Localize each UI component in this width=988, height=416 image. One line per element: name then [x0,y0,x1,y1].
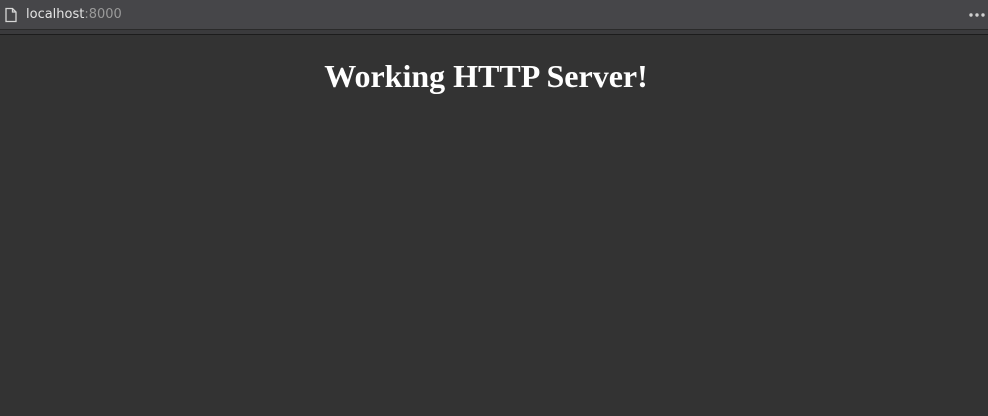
web-page-content: Working HTTP Server! [0,35,988,416]
browser-window: localhost:8000 Working HTTP Server! [0,0,988,416]
url-port: :8000 [84,7,122,22]
url-host: localhost [26,7,85,22]
address-bar[interactable]: localhost:8000 [0,0,988,30]
url-display[interactable]: localhost:8000 [26,6,122,24]
page-heading: Working HTTP Server! [324,58,648,94]
document-page-icon [5,7,17,23]
more-horizontal-icon[interactable] [968,7,986,23]
